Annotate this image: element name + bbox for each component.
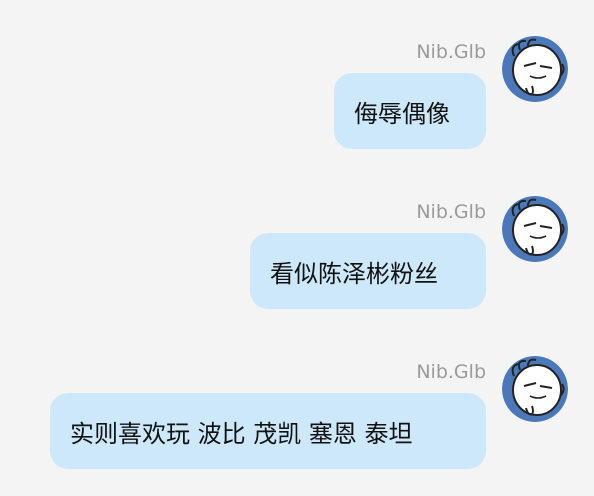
message-row: Nib.Glb 侮辱偶像 [0,0,594,149]
message-text: 侮辱偶像 [354,99,450,128]
message-text: 实则喜欢玩 波比 茂凯 塞恩 泰坦 [70,419,413,448]
message-bubble[interactable]: 看似陈泽彬粉丝 [250,233,486,309]
message-text: 看似陈泽彬粉丝 [270,259,438,288]
cartoon-face-avatar-icon [502,356,568,422]
cartoon-face-avatar-icon [502,196,568,262]
chat-thread: Nib.Glb 侮辱偶像 Nib.Glb 看似陈泽彬粉丝 Nib.Glb 实则喜… [0,0,594,496]
avatar[interactable] [502,36,568,102]
message-bubble[interactable]: 实则喜欢玩 波比 茂凯 塞恩 泰坦 [50,393,486,469]
cartoon-face-avatar-icon [502,36,568,102]
message-bubble[interactable]: 侮辱偶像 [334,73,486,149]
avatar[interactable] [502,356,568,422]
sender-name: Nib.Glb [416,41,486,63]
sender-name: Nib.Glb [416,361,486,383]
message-row: Nib.Glb 实则喜欢玩 波比 茂凯 塞恩 泰坦 [0,320,594,469]
avatar[interactable] [502,196,568,262]
message-row: Nib.Glb 看似陈泽彬粉丝 [0,160,594,309]
sender-name: Nib.Glb [416,201,486,223]
